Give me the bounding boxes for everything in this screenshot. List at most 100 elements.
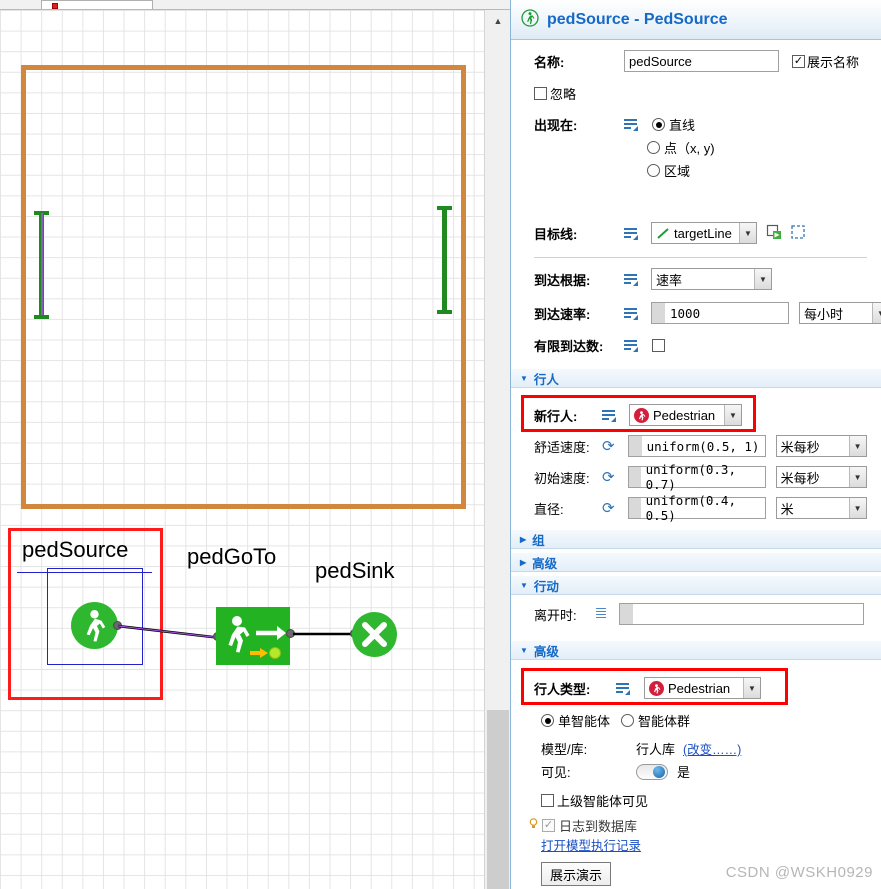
select-region-icon[interactable] <box>790 224 806 243</box>
chevron-right-icon: ▶ <box>520 534 527 544</box>
chevron-down-icon[interactable]: ▼ <box>848 436 866 456</box>
appear-radio-area[interactable] <box>647 164 660 177</box>
pedSource-label[interactable]: pedSource <box>22 537 128 563</box>
comfortable-speed-unit: 米每秒 <box>780 439 820 455</box>
pedestrian-goto-icon[interactable] <box>216 607 290 665</box>
code-editor-icon[interactable] <box>596 607 606 621</box>
radio-agent-population[interactable] <box>621 714 635 727</box>
ignore-checkbox[interactable] <box>534 87 547 100</box>
limited-arrivals-row: 有限到达数: <box>534 336 665 355</box>
dynamic-value-icon[interactable] <box>624 339 638 352</box>
limited-arrivals-checkbox[interactable] <box>652 339 665 352</box>
arrival-by-label: 到达根据: <box>534 272 591 288</box>
canvas-vertical-scrollbar[interactable]: ▲ <box>484 10 510 889</box>
section-pedestrian[interactable]: ▼ 行人 <box>511 368 881 388</box>
link-pedSource-pedGoTo[interactable] <box>115 610 225 650</box>
dynamic-value-icon[interactable] <box>624 227 638 240</box>
reset-to-default-icon[interactable]: ⟳ <box>602 437 615 455</box>
diameter-row: 直径: ⟳ uniform(0.4, 0.5) 米 ▼ <box>534 493 867 523</box>
target-line-left-highlight <box>40 213 43 317</box>
properties-body: 名称: pedSource ✓ 展示名称 忽略 出现在: 直线 点（x, y) <box>511 40 881 889</box>
single-agent-label: 单智能体 <box>558 714 611 729</box>
appear-option-line-label: 直线 <box>669 118 696 133</box>
dynamic-value-icon[interactable] <box>624 307 638 320</box>
pedestrian-source-icon[interactable] <box>71 602 118 649</box>
open-model-log-link[interactable]: 打开模型执行记录 <box>541 835 641 854</box>
dynamic-value-icon[interactable] <box>602 409 616 422</box>
section-advanced-2[interactable]: ▼ 高级 <box>511 640 881 660</box>
model-canvas-pane[interactable]: pedSource pedGoTo pedSink ▲ <box>0 0 510 889</box>
chevron-down-icon[interactable]: ▼ <box>724 405 741 425</box>
initial-speed-input[interactable]: uniform(0.3, 0.7) <box>627 462 766 492</box>
target-line-right-cap-bottom <box>437 310 452 314</box>
target-line-right[interactable] <box>442 206 447 314</box>
appear-radio-point[interactable] <box>647 141 660 154</box>
dynamic-value-icon[interactable] <box>616 682 630 695</box>
watermark: CSDN @WSKH0929 <box>725 864 873 881</box>
chevron-down-icon[interactable]: ▼ <box>848 467 866 487</box>
pedGoTo-label[interactable]: pedGoTo <box>187 544 276 570</box>
scroll-up-icon[interactable]: ▲ <box>485 10 510 32</box>
on-exit-label: 离开时: <box>534 607 577 623</box>
goto-element-icon[interactable] <box>766 224 783 243</box>
divider <box>534 257 867 258</box>
chevron-down-icon[interactable]: ▼ <box>754 269 771 289</box>
pedestrian-sink-icon[interactable] <box>352 612 397 657</box>
target-line-row: 目标线: targetLine ▼ <box>534 222 806 244</box>
diameter-input[interactable]: uniform(0.4, 0.5) <box>627 493 766 523</box>
scrollbar-thumb[interactable] <box>487 710 509 889</box>
open-model-log-row: 打开模型执行记录 <box>541 835 641 854</box>
canvas-tab[interactable] <box>41 0 153 9</box>
name-input[interactable]: pedSource <box>624 50 779 72</box>
appear-radio-line[interactable] <box>652 118 665 131</box>
pedestrian-type-combo[interactable]: Pedestrian ▼ <box>644 677 761 699</box>
visible-row: 可见: 是 <box>541 762 690 781</box>
log-to-db-checkbox: ✓ <box>542 819 555 832</box>
chevron-down-icon[interactable]: ▼ <box>872 303 881 323</box>
diameter-unit-combo[interactable]: 米 ▼ <box>775 497 867 519</box>
new-pedestrian-combo[interactable]: Pedestrian ▼ <box>629 404 742 426</box>
arrival-rate-input[interactable]: 1000 <box>651 302 789 324</box>
reset-to-default-icon[interactable]: ⟳ <box>602 499 615 517</box>
model-library-value: 行人库 <box>636 742 676 757</box>
dynamic-value-icon[interactable] <box>624 273 638 286</box>
chevron-down-icon: ▼ <box>520 645 528 655</box>
section-group[interactable]: ▶ 组 <box>511 529 881 549</box>
dynamic-value-icon[interactable] <box>624 118 638 131</box>
new-pedestrian-row: 新行人: Pedestrian ▼ <box>534 404 742 426</box>
arrival-by-value: 速率 <box>656 272 683 288</box>
section-group-label: 组 <box>532 533 545 548</box>
radio-single-agent[interactable] <box>541 714 554 727</box>
pedestrian-type-row: 行人类型: Pedestrian ▼ <box>534 677 761 699</box>
show-demo-button[interactable]: 展示演示 <box>541 862 612 886</box>
orange-wall-rectangle[interactable] <box>21 65 466 509</box>
show-name-checkbox[interactable]: ✓ <box>792 54 805 68</box>
chevron-down-icon[interactable]: ▼ <box>848 498 866 518</box>
chevron-down-icon[interactable]: ▼ <box>739 223 756 243</box>
upper-agent-visible-checkbox[interactable] <box>541 794 554 807</box>
canvas-grid[interactable]: pedSource pedGoTo pedSink <box>0 10 484 889</box>
change-library-link[interactable]: (改变……) <box>683 739 741 758</box>
comfortable-speed-unit-combo[interactable]: 米每秒 ▼ <box>775 435 867 457</box>
name-row: 名称: pedSource ✓ 展示名称 <box>534 50 859 72</box>
initial-speed-value: uniform(0.3, 0.7) <box>645 462 736 492</box>
arrival-rate-unit-combo[interactable]: 每小时 ▼ <box>799 302 881 324</box>
arrival-rate-label: 到达速率: <box>534 306 591 322</box>
initial-speed-unit-combo[interactable]: 米每秒 ▼ <box>775 466 867 488</box>
reset-to-default-icon[interactable]: ⟳ <box>602 468 615 486</box>
chevron-down-icon[interactable]: ▼ <box>743 678 760 698</box>
pedestrian-type-label: 行人类型: <box>534 681 591 697</box>
on-exit-input[interactable] <box>619 603 864 625</box>
arrival-by-combo[interactable]: 速率 ▼ <box>651 268 772 290</box>
pedSink-label[interactable]: pedSink <box>315 558 395 584</box>
section-action[interactable]: ▼ 行动 <box>511 575 881 595</box>
agent-mode-row: 单智能体 智能体群 <box>541 711 690 730</box>
appear-at-label: 出现在: <box>534 118 578 133</box>
show-name-label: 展示名称 <box>807 54 860 70</box>
log-to-db-label: 日志到数据库 <box>559 819 638 834</box>
target-line-combo[interactable]: targetLine ▼ <box>651 222 757 244</box>
section-advanced-1[interactable]: ▶ 高级 <box>511 552 881 572</box>
visible-toggle[interactable] <box>636 763 668 780</box>
new-pedestrian-label: 新行人: <box>534 408 578 424</box>
comfortable-speed-input[interactable]: uniform(0.5, 1) <box>627 435 766 457</box>
